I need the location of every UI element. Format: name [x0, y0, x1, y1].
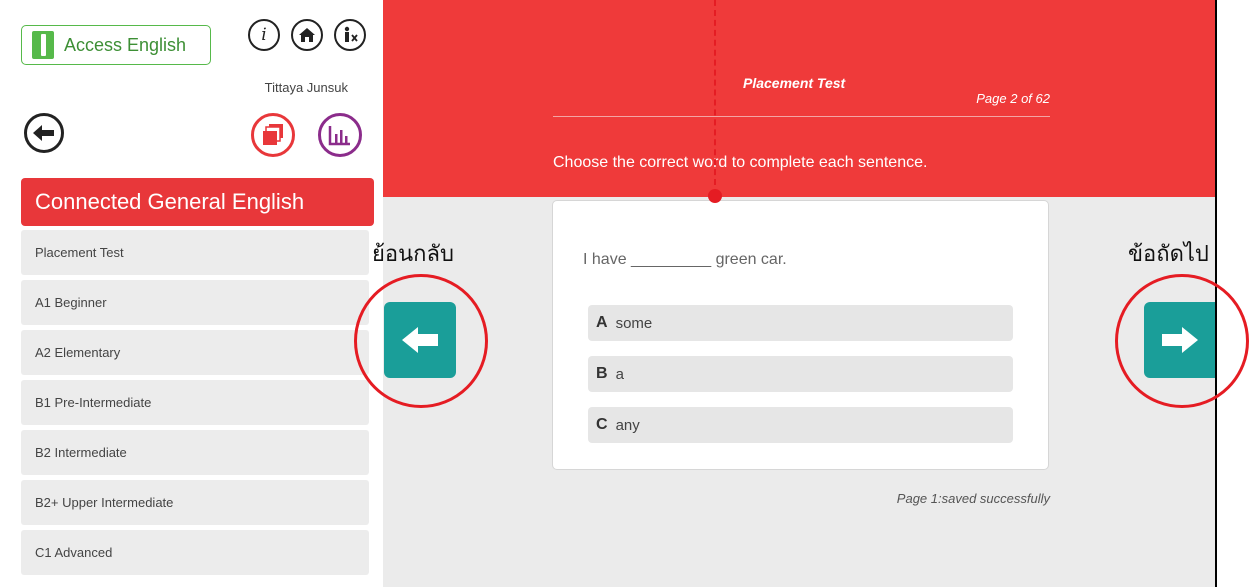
app-name: Access English — [64, 34, 187, 55]
option-c[interactable]: C any — [588, 407, 1013, 443]
level-list: Placement Test A1 Beginner A2 Elementary… — [21, 230, 369, 580]
test-name: Placement Test — [743, 75, 846, 91]
option-text: any — [615, 416, 640, 434]
accessibility-glyph — [344, 26, 358, 42]
book-icon — [32, 31, 54, 59]
question-card: I have _________ green car. A some B a C… — [552, 200, 1049, 470]
test-header: Placement Test Page 2 of 62 Choose the c… — [383, 0, 1215, 197]
info-icon[interactable]: i — [248, 19, 280, 51]
level-item-b2[interactable]: B2 Intermediate — [21, 430, 369, 475]
header-divider — [553, 116, 1050, 117]
option-text: some — [615, 314, 653, 332]
user-name: Tittaya Junsuk — [264, 80, 348, 95]
annotation-dashed-line — [714, 0, 716, 195]
access-english-logo[interactable]: Access English — [21, 25, 211, 65]
annotation-next-label: ข้อถัดไป — [1128, 242, 1209, 267]
course-title[interactable]: Connected General English — [21, 178, 374, 226]
option-letter: B — [596, 365, 608, 382]
save-status: Page 1:saved successfully — [896, 491, 1050, 506]
stacked-pages-icon — [263, 124, 283, 145]
stats-button[interactable] — [318, 113, 362, 157]
home-glyph — [299, 28, 315, 42]
pages-button[interactable] — [251, 113, 295, 157]
annotation-circle-next — [1115, 274, 1249, 408]
page-indicator: Page 2 of 62 — [976, 91, 1050, 106]
level-item-a1[interactable]: A1 Beginner — [21, 280, 369, 325]
level-item-c1[interactable]: C1 Advanced — [21, 530, 369, 575]
option-a[interactable]: A some — [588, 305, 1013, 341]
annotation-back-label: ย้อนกลับ — [372, 242, 454, 267]
annotation-dot — [708, 189, 722, 203]
option-text: a — [615, 365, 624, 383]
home-icon[interactable] — [291, 19, 323, 51]
level-item-b2-plus[interactable]: B2+ Upper Intermediate — [21, 480, 369, 525]
option-letter: C — [596, 416, 608, 433]
sidebar: Access English i Tittaya Junsuk Connecte… — [0, 0, 383, 587]
back-button[interactable] — [24, 113, 64, 153]
bar-chart-icon — [328, 126, 350, 146]
main-panel: Placement Test Page 2 of 62 Choose the c… — [383, 0, 1215, 587]
level-item-b1[interactable]: B1 Pre-Intermediate — [21, 380, 369, 425]
accessibility-icon[interactable] — [334, 19, 366, 51]
level-item-a2[interactable]: A2 Elementary — [21, 330, 369, 375]
back-arrow-icon — [33, 125, 54, 141]
option-b[interactable]: B a — [588, 356, 1013, 392]
instruction-text: Choose the correct word to complete each… — [553, 154, 928, 171]
option-letter: A — [596, 314, 608, 331]
annotation-circle-prev — [354, 274, 488, 408]
level-item-placement-test[interactable]: Placement Test — [21, 230, 369, 275]
question-text: I have _________ green car. — [583, 251, 787, 268]
